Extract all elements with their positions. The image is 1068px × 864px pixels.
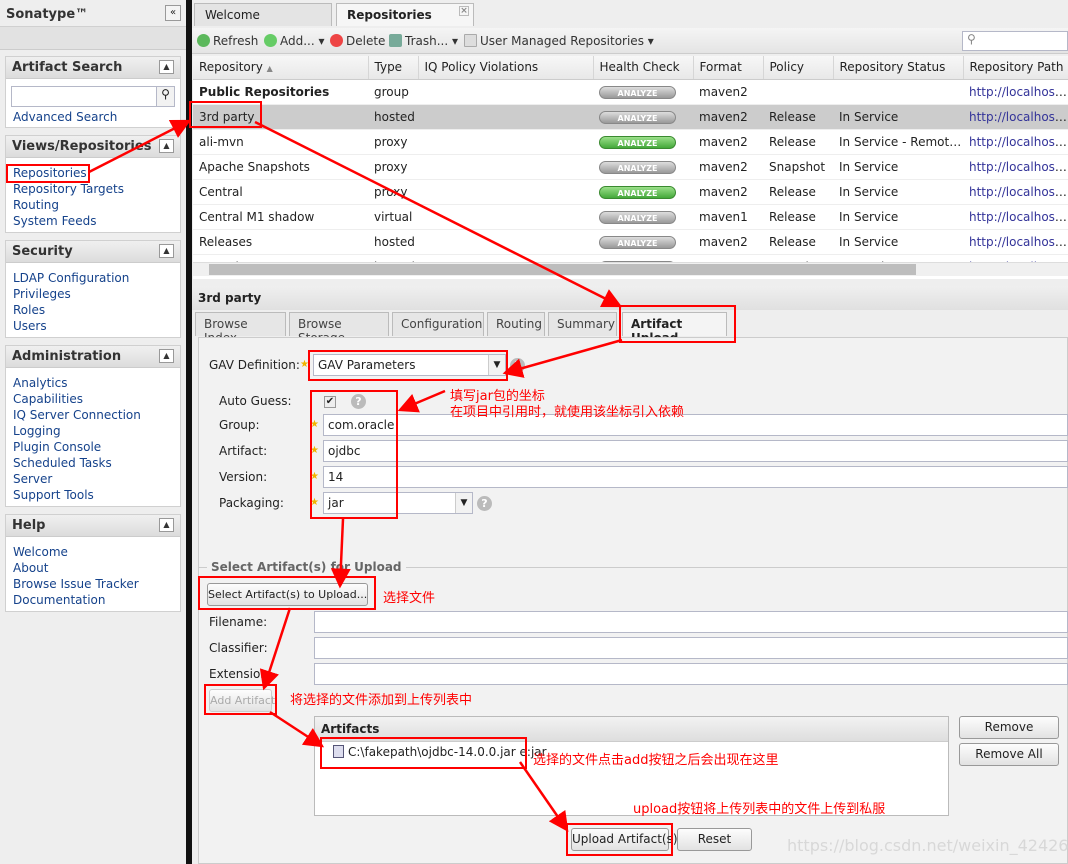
arrow [397,389,446,413]
arrow [259,607,292,691]
annotation-note: 在项目中引用时，就使用该坐标引入依赖 [450,405,685,420]
arrow [518,761,569,833]
arrow [269,710,325,748]
arrow [88,119,192,174]
annotation-note: 将选择的文件添加到上传列表中 [290,693,473,708]
watermark: https://blog.csdn.net/weixin_42426385 [787,836,1068,855]
annotation-note: upload按钮将上传列表中的文件上传到私服 [633,802,886,817]
arrow [254,120,623,308]
annotation-note: 选择的文件点击add按钮之后会出现在这里 [533,753,779,768]
arrow [330,518,351,589]
annotation-arrows [88,119,623,833]
annotation-note: 选择文件 [383,591,436,606]
arrow [502,338,623,378]
